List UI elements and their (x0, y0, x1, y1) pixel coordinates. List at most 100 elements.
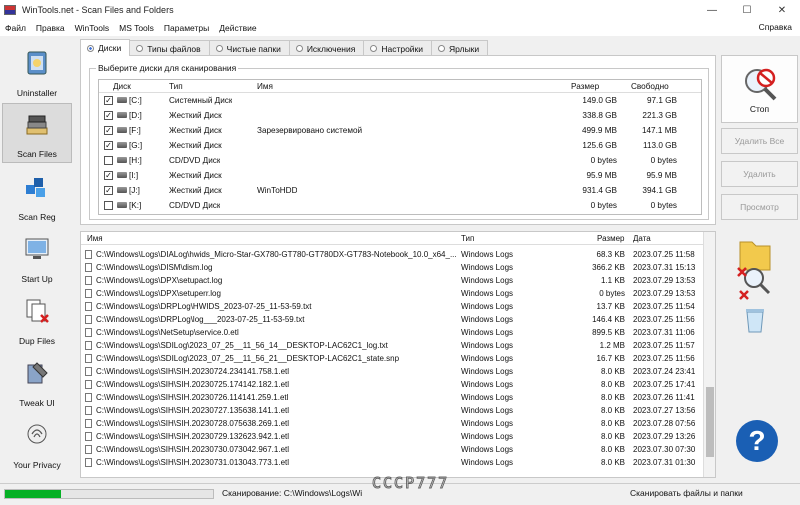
file-row[interactable]: C:\Windows\Logs\SIH\SIH.20230730.073042.… (81, 443, 703, 456)
file-row[interactable]: C:\Windows\Logs\DISM\dism.log Windows Log… (81, 261, 703, 274)
sidebar-item-scan-files[interactable]: Scan Files (2, 103, 72, 163)
disk-checkbox[interactable] (104, 201, 113, 210)
file-row[interactable]: C:\Windows\Logs\DPX\setupact.log Windows … (81, 274, 703, 287)
file-row[interactable]: C:\Windows\Logs\SDILog\2023_07_25__11_56… (81, 339, 703, 352)
file-size: 16.7 KB (596, 354, 625, 363)
disk-groupbox: Выберите диски для сканирования Диск Тип… (89, 63, 709, 220)
disk-checkbox[interactable]: ✓ (104, 126, 113, 135)
menu-help[interactable]: Справка (759, 22, 792, 32)
file-row[interactable]: C:\Windows\Logs\SIH\SIH.20230724.234141.… (81, 365, 703, 378)
file-row[interactable]: C:\Windows\Logs\SIH\SIH.20230728.075638.… (81, 417, 703, 430)
file-row[interactable]: C:\Windows\Logs\DRPLog\HWIDS_2023-07-25_… (81, 300, 703, 313)
menu-action[interactable]: Действие (214, 23, 261, 33)
stop-button[interactable]: Стоп (721, 55, 798, 123)
file-row[interactable]: C:\Windows\Logs\DIALog\hwids_Micro-Star-… (81, 248, 703, 261)
file-list-scrollbar[interactable] (703, 232, 715, 477)
file-date: 2023.07.30 07:30 (633, 445, 696, 454)
file-size: 8.0 KB (600, 458, 625, 467)
tab-disks[interactable]: Диски (80, 39, 131, 56)
file-name: C:\Windows\Logs\NetSetup\service.0.etl (96, 328, 239, 337)
file-row[interactable]: C:\Windows\Logs\SIH\SIH.20230727.135638.… (81, 404, 703, 417)
scrollbar-thumb[interactable] (706, 387, 714, 457)
tab-exclusions[interactable]: Исключения (288, 40, 365, 56)
column-header[interactable]: Размер (597, 232, 625, 245)
menu-file[interactable]: Файл (0, 23, 31, 33)
column-header[interactable]: Диск (113, 80, 131, 93)
disk-row[interactable]: ✓ [G:] Жесткий Диск 125.6 GB 113.0 GB (99, 139, 701, 152)
sidebar-item-dup-files[interactable]: Dup Files (2, 289, 72, 349)
column-header[interactable]: Дата (633, 232, 651, 245)
disk-row[interactable]: [K:] CD/DVD Диск 0 bytes 0 bytes (99, 199, 701, 212)
disk-free: 113.0 GB (643, 141, 677, 150)
file-row[interactable]: C:\Windows\Logs\SIH\SIH.20230729.132623.… (81, 430, 703, 443)
file-size: 8.0 KB (600, 419, 625, 428)
disk-size: 499.9 MB (581, 126, 617, 135)
menu-mstools[interactable]: MS Tools (114, 23, 159, 33)
file-row[interactable]: C:\Windows\Logs\SDILog\2023_07_25__11_56… (81, 352, 703, 365)
disk-row[interactable]: ✓ [D:] Жесткий Диск 338.8 GB 221.3 GB (99, 109, 701, 122)
column-header[interactable]: Имя (87, 232, 103, 245)
file-name: C:\Windows\Logs\SIH\SIH.20230726.114141.… (96, 393, 289, 402)
drive-icon (117, 187, 127, 193)
tab-label: Исключения (306, 43, 356, 54)
menu-settings[interactable]: Параметры (159, 23, 214, 33)
disk-checkbox[interactable]: ✓ (104, 171, 113, 180)
disk-row[interactable]: [H:] CD/DVD Диск 0 bytes 0 bytes (99, 154, 701, 167)
radio-icon (87, 44, 94, 52)
disk-free: 394.1 GB (642, 186, 677, 195)
help-icon[interactable]: ? (736, 420, 778, 462)
file-row[interactable]: C:\Windows\Logs\NetSetup\service.0.etl Wi… (81, 326, 703, 339)
sidebar-item-privacy[interactable]: Your Privacy (2, 413, 72, 473)
minimize-button[interactable]: — (695, 0, 729, 20)
radio-icon (136, 45, 144, 52)
file-date: 2023.07.29 13:53 (633, 276, 696, 285)
file-row[interactable]: C:\Windows\Logs\SIH\SIH.20230725.174142.… (81, 378, 703, 391)
scanning-status: Сканирование: C:\Windows\Logs\Wi (222, 488, 363, 498)
sidebar-item-uninstaller[interactable]: Uninstaller (2, 41, 72, 101)
file-type: Windows Logs (461, 315, 514, 324)
column-header[interactable]: Свободно (631, 80, 669, 93)
file-row[interactable]: C:\Windows\Logs\SIH\SIH.20230731.013043.… (81, 456, 703, 469)
tab-shortcuts[interactable]: Ярлыки (431, 40, 489, 56)
file-row[interactable]: C:\Windows\Logs\DPX\setuperr.log Windows … (81, 287, 703, 300)
sidebar-item-label: Tweak UI (19, 398, 55, 408)
maximize-button[interactable]: ☐ (730, 0, 764, 20)
disk-row[interactable]: ✓ [F:] Жесткий Диск Зарезервировано системо… (99, 124, 701, 137)
disk-row[interactable]: ✓ [C:] Системный Диск 149.0 GB 97.1 GB (99, 94, 701, 107)
scan-files-icon (26, 115, 48, 135)
disk-type: Жесткий Диск (169, 126, 222, 135)
tab-file-types[interactable]: Типы файлов (129, 40, 210, 56)
view-button[interactable]: Просмотр (721, 194, 798, 220)
tab-clean-folders[interactable]: Чистые папки (208, 40, 290, 56)
file-name: C:\Windows\Logs\DRPLog\HWIDS_2023-07-25_… (96, 302, 312, 311)
file-list[interactable]: Имя Тип Размер Дата C:\Windows\Logs\DIAL… (80, 231, 716, 478)
menu-edit[interactable]: Правка (31, 23, 70, 33)
delete-all-button[interactable]: Удалить Все (721, 128, 798, 154)
disk-row[interactable]: ✓ [I:] Жесткий Диск 95.9 MB 95.9 MB (99, 169, 701, 182)
close-button[interactable]: ✕ (765, 0, 799, 20)
scan-reg-icon (26, 178, 45, 197)
disk-checkbox[interactable]: ✓ (104, 141, 113, 150)
file-icon (85, 419, 92, 428)
disk-free: 147.1 MB (641, 126, 677, 135)
disk-checkbox[interactable] (104, 156, 113, 165)
sidebar-item-tweak-ui[interactable]: Tweak UI (2, 351, 72, 411)
file-type: Windows Logs (461, 445, 514, 454)
file-row[interactable]: C:\Windows\Logs\SIH\SIH.20230726.114141.… (81, 391, 703, 404)
disk-row[interactable]: ✓ [J:] Жесткий Диск WinToHDD 931.4 GB 394.1 G… (99, 184, 701, 197)
menu-wintools[interactable]: WinTools (70, 23, 114, 33)
sidebar-item-startup[interactable]: Start Up (2, 227, 72, 287)
column-header[interactable]: Имя (257, 80, 273, 93)
column-header[interactable]: Тип (169, 80, 183, 93)
disk-checkbox[interactable]: ✓ (104, 96, 113, 105)
column-header[interactable]: Размер (571, 80, 599, 93)
delete-button[interactable]: Удалить (721, 161, 798, 187)
disk-checkbox[interactable]: ✓ (104, 111, 113, 120)
disk-checkbox[interactable]: ✓ (104, 186, 113, 195)
sidebar-item-scan-reg[interactable]: Scan Reg (2, 165, 72, 225)
column-header[interactable]: Тип (461, 232, 474, 245)
file-row[interactable]: C:\Windows\Logs\DRPLog\log___2023-07-25_… (81, 313, 703, 326)
disk-list[interactable]: Диск Тип Имя Размер Свободно ✓ [C:] Систем… (98, 79, 702, 215)
disk-free: 97.1 GB (646, 96, 677, 105)
tab-settings[interactable]: Настройки (363, 40, 433, 56)
